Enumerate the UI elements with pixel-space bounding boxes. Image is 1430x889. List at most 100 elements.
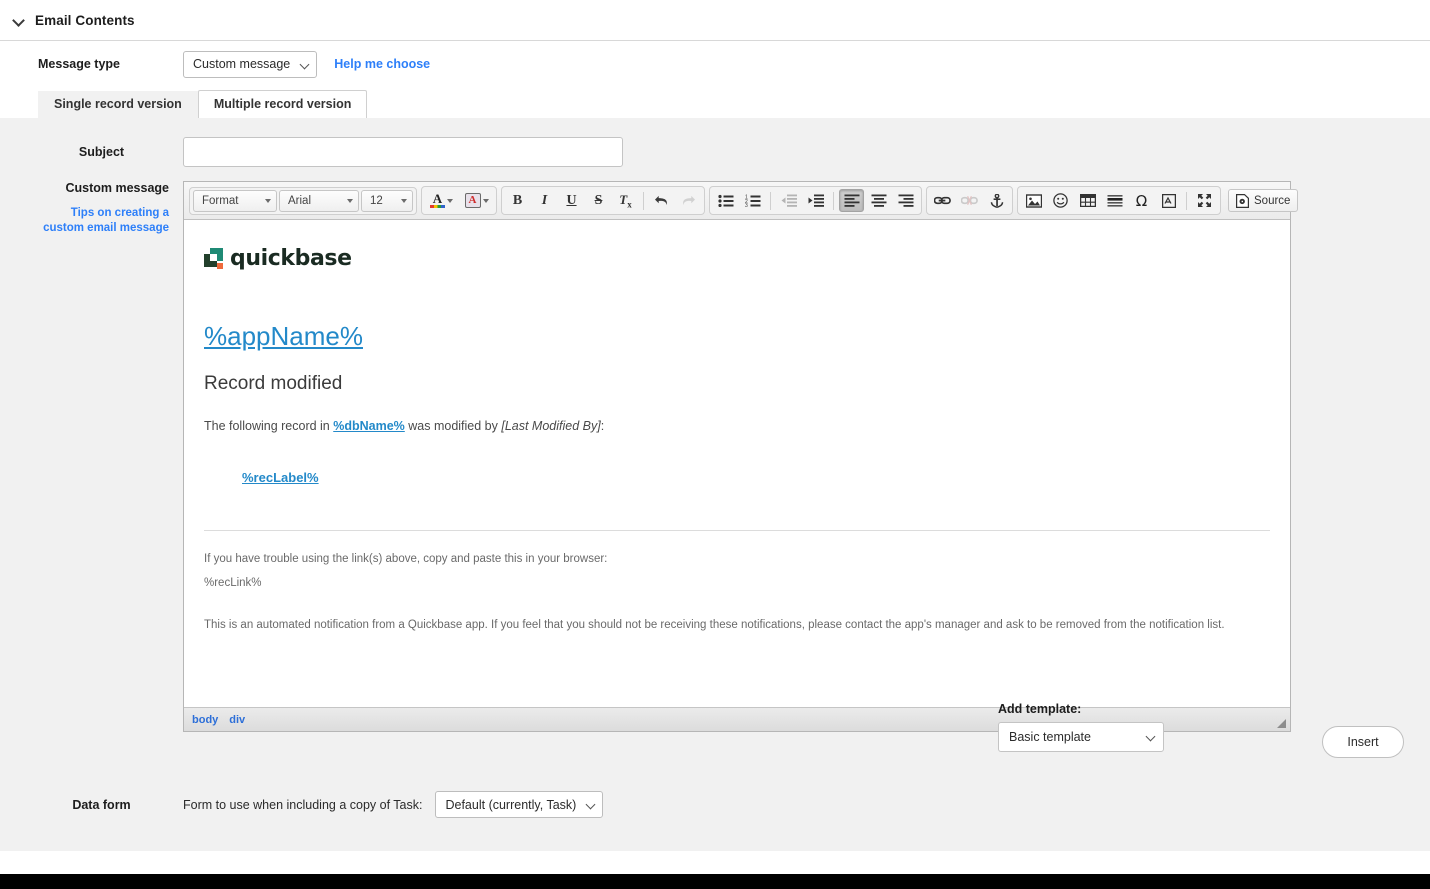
align-center-button[interactable] xyxy=(866,189,891,212)
add-template-select[interactable]: Basic template xyxy=(998,722,1164,752)
toolbar-group-insert: Ω xyxy=(1017,186,1221,215)
custom-message-label: Custom message xyxy=(65,181,169,195)
source-button-label: Source xyxy=(1254,194,1291,207)
numbered-list-button[interactable]: 1 2 3 xyxy=(740,189,765,212)
font-combo-value: Arial xyxy=(288,194,312,207)
add-template-group: Add template: Basic template xyxy=(998,702,1308,752)
db-name-link[interactable]: %dbName% xyxy=(333,419,405,433)
editor-toolbar: Format Arial 12 A A B I U S Tx 1 2 3 Ω S… xyxy=(184,182,1299,220)
underline-icon: U xyxy=(566,192,577,208)
bold-icon: B xyxy=(512,192,523,208)
omega-icon: Ω xyxy=(1135,191,1148,210)
link-button[interactable] xyxy=(930,189,955,212)
data-form-label: Data form xyxy=(72,797,131,812)
undo-icon xyxy=(655,195,667,206)
chevron-down-icon xyxy=(401,198,407,203)
remove-format-icon: Tx xyxy=(619,191,632,210)
align-right-button[interactable] xyxy=(893,189,918,212)
undo-button[interactable] xyxy=(649,189,674,212)
toolbar-divider xyxy=(833,191,834,210)
chevron-down-icon xyxy=(447,198,453,203)
email-record-label-line: %recLabel% xyxy=(204,446,1270,485)
anchor-icon xyxy=(990,193,1003,208)
data-form-description: Form to use when including a copy of Tas… xyxy=(183,797,423,812)
email-trouble-text: If you have trouble using the link(s) ab… xyxy=(204,553,608,566)
help-me-choose-link[interactable]: Help me choose xyxy=(334,57,430,71)
toolbar-group-paragraph: 1 2 3 xyxy=(709,186,922,215)
remove-format-button[interactable]: Tx xyxy=(613,189,638,212)
email-footer-text: This is an automated notification from a… xyxy=(204,618,1225,631)
text-color-icon: A xyxy=(430,191,445,208)
align-left-button[interactable] xyxy=(839,189,864,212)
subject-input[interactable] xyxy=(183,137,623,167)
editor-body[interactable]: quickbase %appName% Record modified The … xyxy=(184,220,1290,707)
subject-label: Subject xyxy=(78,145,125,159)
underline-button[interactable]: U xyxy=(559,189,584,212)
font-combo[interactable]: Arial xyxy=(279,189,359,212)
toolbar-group-source: Source xyxy=(1225,187,1301,214)
image-icon xyxy=(1025,193,1042,208)
horizontal-rule-button[interactable] xyxy=(1102,189,1127,212)
bold-button[interactable]: B xyxy=(505,189,530,212)
format-combo-value: Format xyxy=(202,194,239,207)
chevron-down-icon xyxy=(347,198,353,203)
tab-multiple-record-version[interactable]: Multiple record version xyxy=(197,89,368,119)
strikethrough-icon: S xyxy=(594,192,603,208)
chevron-down-icon[interactable] xyxy=(12,13,26,27)
text-color-letter: A xyxy=(432,191,443,206)
align-left-icon xyxy=(844,194,859,207)
intro-middle: was modified by xyxy=(404,419,502,433)
page-break-button[interactable] xyxy=(1156,189,1181,212)
background-color-button[interactable]: A xyxy=(460,189,493,212)
redo-button[interactable] xyxy=(676,189,701,212)
page-title: Email Contents xyxy=(35,12,135,28)
image-button[interactable] xyxy=(1021,189,1046,212)
bulleted-list-icon xyxy=(717,194,733,207)
element-path-body[interactable]: body xyxy=(192,714,218,726)
message-type-row: Message type Custom message Help me choo… xyxy=(0,41,1430,87)
app-name-link[interactable]: %appName% xyxy=(204,321,363,352)
bulleted-list-button[interactable] xyxy=(713,189,738,212)
font-size-combo[interactable]: 12 xyxy=(361,189,413,212)
quickbase-logo-icon xyxy=(204,248,223,269)
italic-button[interactable]: I xyxy=(532,189,557,212)
special-character-button[interactable]: Ω xyxy=(1129,189,1154,212)
chevron-down-icon xyxy=(585,799,596,810)
page-break-icon xyxy=(1161,193,1176,208)
unlink-button[interactable] xyxy=(957,189,982,212)
message-type-label: Message type xyxy=(38,57,120,71)
rec-label-link[interactable]: %recLabel% xyxy=(242,470,319,485)
tab-single-record-version[interactable]: Single record version xyxy=(38,90,198,118)
tips-link[interactable]: Tips on creating a custom email message xyxy=(38,206,169,235)
outdent-button[interactable] xyxy=(776,189,801,212)
anchor-button[interactable] xyxy=(984,189,1009,212)
maximize-icon xyxy=(1198,194,1211,207)
message-type-select[interactable]: Custom message xyxy=(183,50,318,78)
smiley-button[interactable] xyxy=(1048,189,1073,212)
add-template-label: Add template: xyxy=(998,702,1082,716)
source-button[interactable]: Source xyxy=(1228,189,1299,212)
horizontal-rule-icon xyxy=(1107,195,1122,207)
indent-button[interactable] xyxy=(803,189,828,212)
email-intro-paragraph: The following record in %dbName% was mod… xyxy=(204,417,1270,436)
data-form-row: Data form Form to use when including a c… xyxy=(0,773,604,818)
chevron-down-icon xyxy=(265,198,271,203)
outdent-icon xyxy=(781,194,797,207)
section-header: Email Contents xyxy=(0,0,1430,41)
email-divider xyxy=(204,530,1270,532)
format-combo[interactable]: Format xyxy=(193,189,277,212)
element-path-div[interactable]: div xyxy=(229,714,245,726)
toolbar-group-colors: A A xyxy=(421,186,497,215)
strikethrough-button[interactable]: S xyxy=(586,189,611,212)
table-icon xyxy=(1079,194,1096,207)
data-form-select[interactable]: Default (currently, Task) xyxy=(435,791,604,818)
text-color-button[interactable]: A xyxy=(425,189,458,212)
custom-message-row: Custom message Tips on creating a custom… xyxy=(0,167,1430,732)
modified-by-token: [Last Modified By] xyxy=(501,419,601,433)
email-contents-panel: Subject Custom message Tips on creating … xyxy=(0,118,1430,851)
insert-button[interactable]: Insert xyxy=(1322,726,1404,758)
svg-text:3: 3 xyxy=(745,203,748,207)
maximize-button[interactable] xyxy=(1192,189,1217,212)
table-button[interactable] xyxy=(1075,189,1100,212)
numbered-list-icon: 1 2 3 xyxy=(745,195,760,207)
